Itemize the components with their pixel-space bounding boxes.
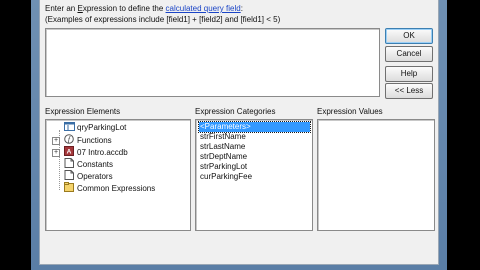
expression-categories-label: Expression Categories bbox=[195, 107, 276, 116]
functions-icon: f bbox=[64, 134, 74, 144]
cancel-button[interactable]: Cancel bbox=[385, 46, 433, 62]
expand-icon[interactable]: + bbox=[52, 149, 60, 157]
constants-icon bbox=[64, 158, 74, 168]
expression-builder-dialog: Enter an Expression to define the calcul… bbox=[39, 0, 439, 265]
window-frame: Enter an Expression to define the calcul… bbox=[31, 0, 447, 270]
expression-elements-label: Expression Elements bbox=[45, 107, 121, 116]
tree-item-label: Constants bbox=[77, 160, 114, 169]
prompt-line-1: Enter an Expression to define the calcul… bbox=[45, 4, 243, 13]
common-expressions-icon bbox=[64, 182, 74, 192]
category-item-parameters[interactable]: <Parameters> bbox=[198, 121, 311, 133]
tree-item-label: Common Expressions bbox=[77, 184, 156, 193]
tree-item-common-expressions[interactable]: Common Expressions bbox=[64, 182, 155, 194]
prompt-text-end: : bbox=[240, 4, 243, 13]
operators-icon bbox=[64, 170, 74, 180]
tree-item-operators[interactable]: Operators bbox=[64, 170, 113, 182]
ok-button[interactable]: OK bbox=[385, 28, 433, 44]
less-button[interactable]: << Less bbox=[385, 83, 433, 99]
category-item-curparkingfee[interactable]: curParkingFee bbox=[199, 172, 253, 182]
expand-icon[interactable]: + bbox=[52, 137, 60, 145]
prompt-text-start: Enter an bbox=[45, 4, 78, 13]
tree-item-label: 07 Intro.accdb bbox=[77, 148, 128, 157]
tree-item-label: Functions bbox=[77, 136, 112, 145]
tree-item-qryparkinglot[interactable]: qryParkingLot bbox=[64, 122, 126, 134]
expression-categories-list[interactable]: <Parameters> strFirstName strLastName st… bbox=[195, 119, 313, 231]
database-icon: A bbox=[64, 146, 74, 156]
calculated-query-field-link[interactable]: calculated query field bbox=[166, 4, 241, 13]
category-item-strparkinglot[interactable]: strParkingLot bbox=[199, 162, 248, 172]
svg-text:A: A bbox=[67, 149, 72, 156]
help-button[interactable]: Help bbox=[385, 66, 433, 82]
prompt-text-middle: xpression to define the bbox=[82, 4, 166, 13]
category-item-strlastname[interactable]: strLastName bbox=[199, 142, 246, 152]
category-item-strfirstname[interactable]: strFirstName bbox=[199, 132, 247, 142]
tree-item-database[interactable]: A 07 Intro.accdb bbox=[64, 146, 128, 158]
tree-item-constants[interactable]: Constants bbox=[64, 158, 113, 170]
expression-values-list[interactable] bbox=[317, 119, 435, 231]
expression-elements-tree[interactable]: qryParkingLot + f Functions + A 07 Intro… bbox=[45, 119, 191, 231]
expression-input[interactable] bbox=[45, 28, 380, 97]
prompt-line-2: (Examples of expressions include [field1… bbox=[45, 15, 281, 24]
tree-item-label: Operators bbox=[77, 172, 113, 181]
tree-item-label: qryParkingLot bbox=[77, 123, 127, 132]
expression-values-label: Expression Values bbox=[317, 107, 383, 116]
query-icon bbox=[64, 122, 75, 131]
category-item-strdeptname[interactable]: strDeptName bbox=[199, 152, 248, 162]
tree-item-functions[interactable]: f Functions bbox=[64, 134, 112, 146]
